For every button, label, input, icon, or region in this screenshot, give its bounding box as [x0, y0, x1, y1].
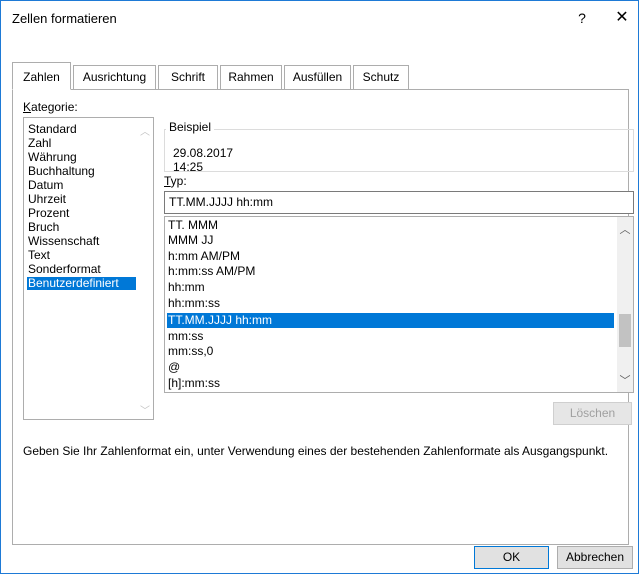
- scrollbar-thumb[interactable]: [619, 314, 631, 347]
- category-item-standard[interactable]: Standard: [27, 123, 136, 136]
- format-item[interactable]: hh:mm:ss: [167, 296, 614, 311]
- category-item-text[interactable]: Text: [27, 249, 136, 262]
- tab-schrift[interactable]: Schrift: [158, 65, 218, 89]
- category-item-bruch[interactable]: Bruch: [27, 221, 136, 234]
- format-item[interactable]: mm:ss: [167, 329, 614, 344]
- format-item[interactable]: mm:ss,0: [167, 344, 614, 359]
- format-item[interactable]: @: [167, 360, 614, 375]
- format-item[interactable]: hh:mm: [167, 280, 614, 295]
- category-item-uhrzeit[interactable]: Uhrzeit: [27, 193, 136, 206]
- category-scrollbar[interactable]: ︿ ﹀: [138, 119, 152, 418]
- close-button[interactable]: ✕: [609, 7, 635, 29]
- type-input[interactable]: TT.MM.JJJJ hh:mm: [164, 191, 634, 214]
- description-text: Geben Sie Ihr Zahlenformat ein, unter Ve…: [23, 444, 609, 458]
- delete-button[interactable]: Löschen: [553, 402, 632, 425]
- category-item-buchhaltung[interactable]: Buchhaltung: [27, 165, 136, 178]
- title-bar: Zellen formatieren ? ✕: [1, 1, 638, 35]
- category-item-benutzerdefiniert[interactable]: Benutzerdefiniert: [27, 277, 136, 290]
- format-item-selected[interactable]: TT.MM.JJJJ hh:mm: [167, 313, 614, 328]
- help-button[interactable]: ?: [569, 7, 595, 29]
- format-item[interactable]: [h]:mm:ss: [167, 376, 614, 391]
- scroll-up-icon[interactable]: ︿: [138, 123, 152, 138]
- format-item[interactable]: h:mm AM/PM: [167, 249, 614, 264]
- category-item-zahl[interactable]: Zahl: [27, 137, 136, 150]
- format-list[interactable]: TT. MMM MMM JJ h:mm AM/PM h:mm:ss AM/PM …: [164, 216, 634, 393]
- tab-rahmen[interactable]: Rahmen: [220, 65, 282, 89]
- cancel-button[interactable]: Abbrechen: [557, 546, 633, 569]
- category-item-prozent[interactable]: Prozent: [27, 207, 136, 220]
- sample-group: [164, 129, 634, 172]
- dialog-title: Zellen formatieren: [12, 11, 117, 26]
- scroll-down-icon[interactable]: ﹀: [138, 402, 152, 417]
- format-item[interactable]: TT. MMM: [167, 218, 614, 233]
- tab-ausrichtung[interactable]: Ausrichtung: [73, 65, 156, 89]
- sample-group-title: Beispiel: [166, 120, 215, 134]
- category-list[interactable]: Standard Zahl Währung Buchhaltung Datum …: [23, 117, 154, 420]
- format-scrollbar[interactable]: ︿ ﹀: [617, 217, 633, 392]
- format-item[interactable]: h:mm:ss AM/PM: [167, 264, 614, 279]
- sample-value: 29.08.2017 14:25: [173, 146, 234, 174]
- type-label: Typ:: [164, 174, 187, 188]
- category-item-wissenschaft[interactable]: Wissenschaft: [27, 235, 136, 248]
- category-item-waehrung[interactable]: Währung: [27, 151, 136, 164]
- scroll-down-icon[interactable]: ﹀: [617, 372, 633, 388]
- format-item[interactable]: MMM JJ: [167, 233, 614, 248]
- tab-schutz[interactable]: Schutz: [353, 65, 409, 89]
- ok-button[interactable]: OK: [474, 546, 549, 569]
- tab-ausfuellen[interactable]: Ausfüllen: [284, 65, 351, 89]
- category-item-datum[interactable]: Datum: [27, 179, 136, 192]
- category-label: Kategorie:: [23, 100, 78, 114]
- scroll-up-icon[interactable]: ︿: [617, 221, 633, 237]
- tab-zahlen[interactable]: Zahlen: [12, 62, 71, 90]
- category-item-sonderformat[interactable]: Sonderformat: [27, 263, 136, 276]
